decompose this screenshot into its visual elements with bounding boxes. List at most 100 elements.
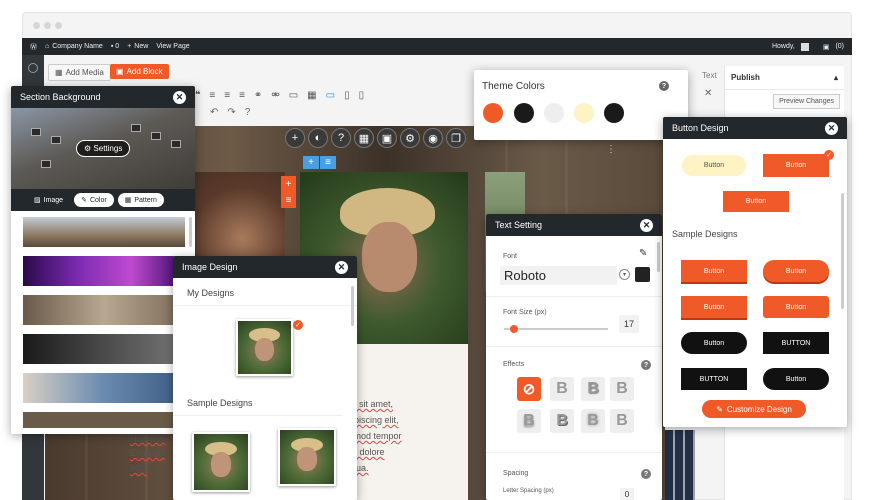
grid-icon[interactable]: ▣ [377, 128, 397, 148]
font-size-slider[interactable] [504, 328, 608, 330]
table-icon[interactable]: ▦ [307, 90, 316, 101]
comment-icon[interactable]: ▪ [111, 43, 113, 50]
desktop-icon[interactable]: ▭ [326, 90, 335, 101]
background-thumbnail[interactable] [23, 373, 185, 403]
quote-icon[interactable]: ❝ [195, 90, 200, 101]
gear-icon[interactable]: ⚙ [400, 128, 420, 148]
site-name-link[interactable]: Company Name [52, 43, 103, 50]
menu-icon[interactable]: ≡ [320, 156, 336, 169]
font-size-input[interactable]: 17 [619, 315, 639, 333]
background-thumbnail[interactable] [23, 256, 185, 286]
dashboard-icon[interactable] [28, 63, 38, 73]
layout-icon[interactable]: ▦ [354, 128, 374, 148]
customize-design-button[interactable]: ✎ Customize Design [702, 400, 806, 418]
panel-scrollbar[interactable] [841, 193, 844, 309]
sample-button-design[interactable]: BUTTON [681, 368, 747, 390]
add-media-button[interactable]: ▦ Add Media [48, 64, 111, 81]
text-tab[interactable]: Text [702, 71, 717, 80]
column-menu-icon[interactable]: ≡ [286, 195, 292, 206]
help-icon[interactable]: ? [331, 128, 351, 148]
effect-glow[interactable]: B [581, 409, 605, 433]
add-column-icon[interactable]: + [286, 179, 292, 190]
my-button-design[interactable]: Button [763, 154, 829, 177]
color-swatch[interactable] [604, 103, 624, 123]
add-block-button[interactable]: ▣ Add Block [110, 64, 169, 79]
brush-icon: ✎ [639, 248, 648, 259]
tab-image[interactable]: ▨ Image [27, 193, 70, 207]
help-icon[interactable]: ? [245, 107, 251, 118]
tab-pattern[interactable]: ▦ Pattern [117, 193, 164, 207]
panel-scrollbar[interactable] [657, 242, 660, 272]
align-center-icon[interactable]: ≡ [224, 90, 230, 101]
font-select[interactable]: Roboto [500, 266, 617, 285]
cart-icon[interactable]: ▣ [823, 43, 830, 51]
add-row-icon[interactable]: + [303, 156, 319, 169]
align-right-icon[interactable]: ≡ [239, 90, 245, 101]
my-button-design[interactable]: Button [682, 155, 746, 176]
link-icon[interactable]: ⚭ [254, 90, 262, 101]
close-icon[interactable]: ✕ [825, 121, 838, 135]
mobile-icon[interactable]: ▯ [359, 90, 365, 101]
sample-button-design[interactable]: Button [681, 296, 747, 318]
copy-icon[interactable]: ❐ [446, 128, 466, 148]
color-swatch[interactable] [514, 103, 534, 123]
more-options-icon[interactable]: ⋮ [606, 144, 616, 155]
sample-button-design[interactable]: Button [681, 260, 747, 282]
collapse-icon[interactable]: ▴ [834, 73, 838, 82]
sample-button-design[interactable]: Button [763, 368, 829, 390]
color-swatch[interactable] [544, 103, 564, 123]
my-design-thumbnail[interactable] [236, 319, 293, 376]
sample-button-design[interactable]: Button [763, 260, 829, 282]
sample-design-thumbnail[interactable] [278, 428, 336, 486]
more-icon[interactable]: ▭ [289, 90, 298, 101]
font-color-picker[interactable] [635, 267, 650, 282]
background-thumbnail[interactable] [23, 334, 185, 364]
panel-scrollbar[interactable] [189, 217, 192, 247]
background-thumbnail[interactable] [23, 295, 185, 325]
avatar[interactable] [800, 42, 809, 51]
fullscreen-icon[interactable]: ✕ [704, 88, 712, 99]
help-icon[interactable]: ? [641, 469, 651, 479]
add-block-label: Add Block [126, 67, 163, 76]
camera-icon[interactable]: ◉ [423, 128, 443, 148]
view-page-link[interactable]: View Page [156, 43, 189, 50]
close-icon[interactable]: ✕ [173, 90, 186, 104]
style-icon[interactable]: ◐ [308, 128, 328, 148]
background-thumbnail[interactable] [23, 412, 185, 428]
close-icon[interactable]: ✕ [640, 218, 653, 232]
settings-button[interactable]: ⚙ Settings [76, 140, 131, 157]
tablet-icon[interactable]: ▯ [344, 90, 350, 101]
letter-spacing-input[interactable]: 0 [620, 488, 634, 500]
my-button-design[interactable]: Button [723, 191, 789, 212]
align-left-icon[interactable]: ≡ [209, 90, 215, 101]
sample-button-design[interactable]: Button [681, 332, 747, 354]
no-effect-icon[interactable]: ⊘ [517, 377, 541, 401]
sample-button-design[interactable]: BUTTON [763, 332, 829, 354]
background-thumbnail[interactable] [23, 217, 185, 247]
window-dot [33, 22, 40, 29]
sample-button-design[interactable]: Button [763, 296, 829, 318]
effect-emboss[interactable]: B [610, 377, 634, 401]
preview-changes-button[interactable]: Preview Changes [773, 94, 840, 109]
effect-hard-shadow[interactable]: B [550, 409, 574, 433]
unlink-icon[interactable]: ⚮ [271, 90, 279, 101]
sample-design-thumbnail[interactable] [192, 432, 250, 492]
chevron-down-icon[interactable]: ▾ [619, 269, 630, 280]
slider-handle[interactable] [510, 325, 518, 333]
panel-scrollbar[interactable] [351, 286, 354, 326]
wp-logo-icon[interactable]: Ⓦ [30, 42, 37, 52]
effect-outline[interactable]: B [550, 377, 574, 401]
tab-color[interactable]: ✎ Color [74, 193, 114, 207]
undo-icon[interactable]: ↶ [210, 107, 218, 118]
help-icon[interactable]: ? [659, 81, 669, 91]
new-link[interactable]: New [134, 43, 148, 50]
effect-shadow[interactable]: B [581, 377, 605, 401]
help-icon[interactable]: ? [641, 360, 651, 370]
close-icon[interactable]: ✕ [335, 260, 348, 274]
color-swatch[interactable] [483, 103, 503, 123]
effect-3d[interactable]: B [517, 409, 541, 433]
redo-icon[interactable]: ↷ [227, 107, 235, 118]
add-icon[interactable]: + [285, 128, 305, 148]
color-swatch[interactable] [574, 103, 594, 123]
effect-light[interactable]: B [610, 409, 634, 433]
